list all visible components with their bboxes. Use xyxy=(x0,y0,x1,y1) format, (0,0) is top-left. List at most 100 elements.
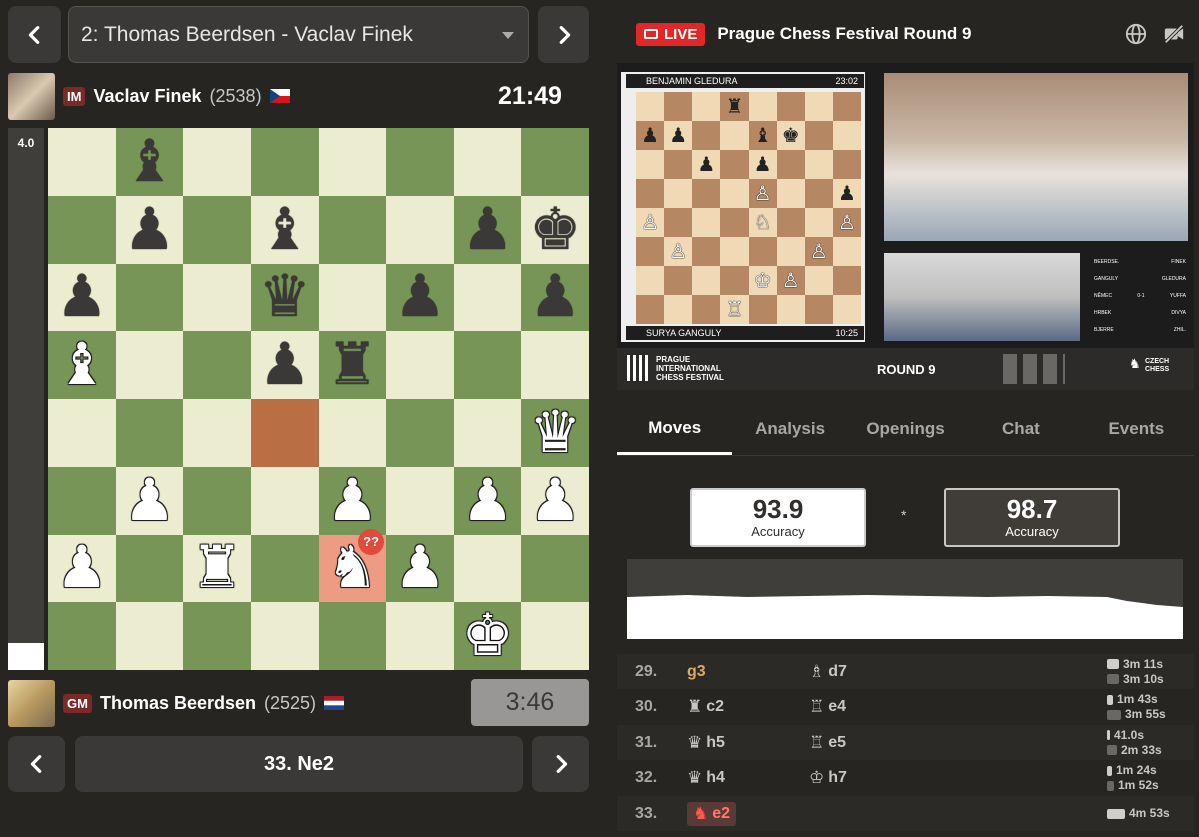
white-queen-icon[interactable]: ♛ xyxy=(529,403,581,462)
board-square[interactable]: ♝ xyxy=(48,331,116,399)
game-select[interactable]: 2: Thomas Beerdsen - Vaclav Finek xyxy=(68,6,529,63)
board-square[interactable] xyxy=(250,399,319,467)
board-square[interactable] xyxy=(386,128,454,196)
current-move-display[interactable]: 33. Ne2 xyxy=(75,736,523,792)
black-pawn-icon[interactable]: ♟ xyxy=(56,268,108,326)
white-rook-icon[interactable]: ♜ xyxy=(191,539,243,597)
evaluation-graph[interactable] xyxy=(627,559,1183,639)
board-square[interactable] xyxy=(318,128,387,196)
board-square[interactable]: ♛ xyxy=(521,399,589,467)
board-square[interactable] xyxy=(386,331,454,399)
black-move[interactable]: ♔ h7 xyxy=(809,768,847,788)
board-square[interactable]: ♜ xyxy=(318,331,387,399)
black-pawn-icon[interactable]: ♟ xyxy=(529,268,581,326)
black-move[interactable]: ♖ e4 xyxy=(809,697,846,717)
white-pawn-icon[interactable]: ♟ xyxy=(462,471,514,530)
board-square[interactable] xyxy=(318,399,387,467)
board-square[interactable] xyxy=(453,331,522,399)
board-square[interactable] xyxy=(521,128,589,196)
board-square[interactable]: ♛ xyxy=(250,263,319,332)
black-king-icon[interactable]: ♚ xyxy=(529,200,581,259)
board-square[interactable]: ♝ xyxy=(250,195,319,264)
white-move[interactable]: ♞ e2 xyxy=(687,801,737,826)
player-name[interactable]: Thomas Beerdsen xyxy=(100,693,256,714)
white-pawn-icon[interactable]: ♟ xyxy=(326,471,378,530)
black-move[interactable]: ♖ e5 xyxy=(809,733,846,753)
board-square[interactable]: ♟ xyxy=(318,466,387,535)
black-bishop-icon[interactable]: ♝ xyxy=(123,132,175,191)
tab-moves[interactable]: Moves xyxy=(617,403,733,455)
board-square[interactable]: ♚ xyxy=(521,195,589,264)
chess-board[interactable]: ♝ ♟ ♝ ♟ ♚ ♟ ♛ ♟ ♟ ♝ ♟ ♜ ♛ ♟ ♟ ♟ ♟ ♟ ♜ ♞?? ♟ ♚ xyxy=(48,128,589,670)
white-move[interactable]: ♜ c2 xyxy=(687,697,724,717)
board-square[interactable] xyxy=(453,534,522,603)
white-king-icon[interactable]: ♚ xyxy=(462,607,514,665)
prev-game-button[interactable] xyxy=(8,6,61,63)
tab-analysis[interactable]: Analysis xyxy=(732,403,847,455)
white-move[interactable]: ♛ h4 xyxy=(687,768,725,788)
board-square[interactable] xyxy=(250,466,319,535)
board-square[interactable] xyxy=(115,534,184,603)
board-square[interactable]: ♟ xyxy=(521,263,589,332)
next-game-button[interactable] xyxy=(538,6,589,63)
board-square[interactable]: ♟ xyxy=(115,195,184,264)
black-pawn-icon[interactable]: ♟ xyxy=(259,336,311,394)
board-square[interactable] xyxy=(521,602,589,670)
camera-off-icon[interactable] xyxy=(1161,23,1187,50)
board-square[interactable] xyxy=(386,602,454,670)
white-pawn-icon[interactable]: ♟ xyxy=(394,539,446,597)
black-pawn-icon[interactable]: ♟ xyxy=(123,200,175,259)
black-bishop-icon[interactable]: ♝ xyxy=(259,200,311,259)
board-square[interactable]: ♟ xyxy=(250,331,319,399)
board-square[interactable] xyxy=(48,195,116,264)
board-square[interactable] xyxy=(183,399,251,467)
board-square[interactable]: ♟ xyxy=(48,534,116,603)
board-square[interactable] xyxy=(115,331,184,399)
video-player[interactable]: BENJAMIN GLEDURA 23:02 ♜ ♟ ♟ ♝ ♚ ♟ ♟ ♙ ♟ ♙ ♘ ♙ ♙ ♙ ♔ ♙ ♖… xyxy=(617,63,1194,390)
black-rook-icon[interactable]: ♜ xyxy=(326,336,378,394)
white-move[interactable]: ♛ h5 xyxy=(687,733,725,753)
board-square[interactable] xyxy=(250,128,319,196)
black-move[interactable]: ♗ d7 xyxy=(809,662,847,682)
board-square[interactable] xyxy=(453,128,522,196)
prev-move-button[interactable] xyxy=(8,736,65,792)
board-square[interactable] xyxy=(183,466,251,535)
next-move-button[interactable] xyxy=(532,736,589,792)
board-square[interactable] xyxy=(250,534,319,603)
board-square[interactable]: ♚ xyxy=(453,602,522,670)
board-square[interactable] xyxy=(386,399,454,467)
black-queen-icon[interactable]: ♛ xyxy=(259,268,311,326)
board-square[interactable] xyxy=(318,602,387,670)
avatar[interactable] xyxy=(8,679,55,727)
board-square[interactable] xyxy=(48,602,116,670)
board-square[interactable]: ♟ xyxy=(453,195,522,264)
board-square[interactable] xyxy=(183,128,251,196)
board-square[interactable] xyxy=(318,263,387,332)
black-pawn-icon[interactable]: ♟ xyxy=(394,268,446,326)
board-square[interactable]: ♟ xyxy=(453,466,522,535)
board-square[interactable] xyxy=(453,263,522,332)
board-square[interactable] xyxy=(183,602,251,670)
white-move[interactable]: g3 xyxy=(687,663,706,681)
board-square[interactable]: ♝ xyxy=(115,128,184,196)
board-square[interactable] xyxy=(115,263,184,332)
board-square[interactable]: ♟ xyxy=(386,534,454,603)
black-pawn-icon[interactable]: ♟ xyxy=(462,200,514,259)
board-square[interactable] xyxy=(183,195,251,264)
tab-openings[interactable]: Openings xyxy=(848,403,963,455)
board-square[interactable] xyxy=(453,399,522,467)
board-square[interactable] xyxy=(318,195,387,264)
board-square[interactable] xyxy=(48,466,116,535)
avatar[interactable] xyxy=(8,72,55,120)
board-square[interactable] xyxy=(115,602,184,670)
board-square[interactable] xyxy=(115,399,184,467)
board-square[interactable] xyxy=(183,331,251,399)
white-pawn-icon[interactable]: ♟ xyxy=(529,471,581,530)
board-square[interactable]: ♟ xyxy=(386,263,454,332)
board-square[interactable]: ♜ xyxy=(183,534,251,603)
board-square[interactable] xyxy=(48,399,116,467)
board-square[interactable]: ♟ xyxy=(521,466,589,535)
player-name[interactable]: Vaclav Finek xyxy=(93,86,201,107)
board-square[interactable] xyxy=(48,128,116,196)
board-square[interactable]: ♟ xyxy=(115,466,184,535)
